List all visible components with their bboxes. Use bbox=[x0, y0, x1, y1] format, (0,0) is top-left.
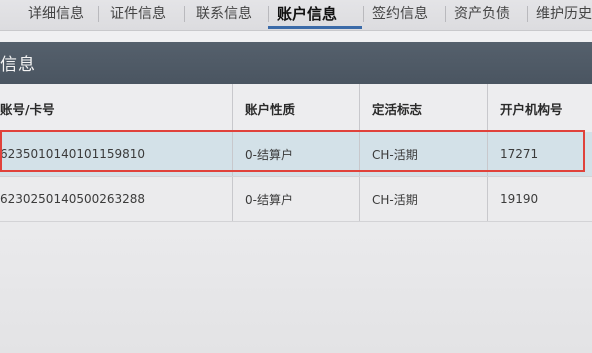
account-nature-cell: 0-结算户 bbox=[245, 192, 293, 207]
active-tab-indicator bbox=[268, 26, 362, 29]
tab-account-info[interactable]: 账户信息 bbox=[277, 2, 337, 26]
column-divider bbox=[232, 177, 233, 221]
tab-divider bbox=[363, 6, 364, 22]
tab-contracts[interactable]: 签约信息 bbox=[372, 2, 428, 26]
account-nature-cell: 0-结算户 bbox=[245, 147, 293, 162]
column-divider bbox=[232, 132, 233, 176]
column-divider bbox=[359, 177, 360, 221]
tab-contact[interactable]: 联系信息 bbox=[196, 2, 252, 26]
section-header: 信息 bbox=[0, 42, 592, 84]
account-number-cell: 6230250140500263288 bbox=[0, 192, 146, 206]
column-divider bbox=[359, 84, 360, 132]
column-divider bbox=[359, 132, 360, 176]
section-title: 信息 bbox=[0, 55, 36, 75]
tab-divider bbox=[268, 6, 269, 22]
account-info-page: 详细信息 证件信息 联系信息 账户信息 签约信息 资产负债 维护历史 信息 账号… bbox=[0, 0, 592, 353]
tab-id-documents[interactable]: 证件信息 bbox=[110, 2, 166, 26]
tab-divider bbox=[184, 6, 185, 22]
tab-assets-liabilities[interactable]: 资产负债 bbox=[454, 2, 510, 26]
tab-divider bbox=[527, 6, 528, 22]
branch-code-cell: 19190 bbox=[500, 192, 539, 206]
tab-divider bbox=[445, 6, 446, 22]
tab-maintenance-history[interactable]: 维护历史 bbox=[536, 2, 592, 26]
tab-bar: 详细信息 证件信息 联系信息 账户信息 签约信息 资产负债 维护历史 bbox=[0, 0, 592, 31]
table-row[interactable]: 6230250140500263288 0-结算户 CH-活期 19190 bbox=[0, 177, 592, 222]
column-divider bbox=[232, 84, 233, 132]
table-row[interactable]: 6235010140101159810 0-结算户 CH-活期 17271 bbox=[0, 132, 592, 177]
column-header-nature: 账户性质 bbox=[245, 101, 296, 117]
column-header-branch: 开户机构号 bbox=[500, 101, 563, 117]
account-number-cell: 6235010140101159810 bbox=[0, 147, 146, 161]
column-divider bbox=[487, 84, 488, 132]
tab-details[interactable]: 详细信息 bbox=[28, 2, 84, 26]
column-header-account: 账号/卡号 bbox=[0, 101, 55, 117]
tab-divider bbox=[98, 6, 99, 22]
column-divider bbox=[487, 177, 488, 221]
branch-code-cell: 17271 bbox=[500, 147, 539, 161]
column-divider bbox=[487, 132, 488, 176]
column-header-type: 定活标志 bbox=[372, 101, 423, 117]
deposit-type-cell: CH-活期 bbox=[372, 192, 418, 207]
table-header-row: 账号/卡号 账户性质 定活标志 开户机构号 bbox=[0, 84, 592, 133]
deposit-type-cell: CH-活期 bbox=[372, 147, 418, 162]
